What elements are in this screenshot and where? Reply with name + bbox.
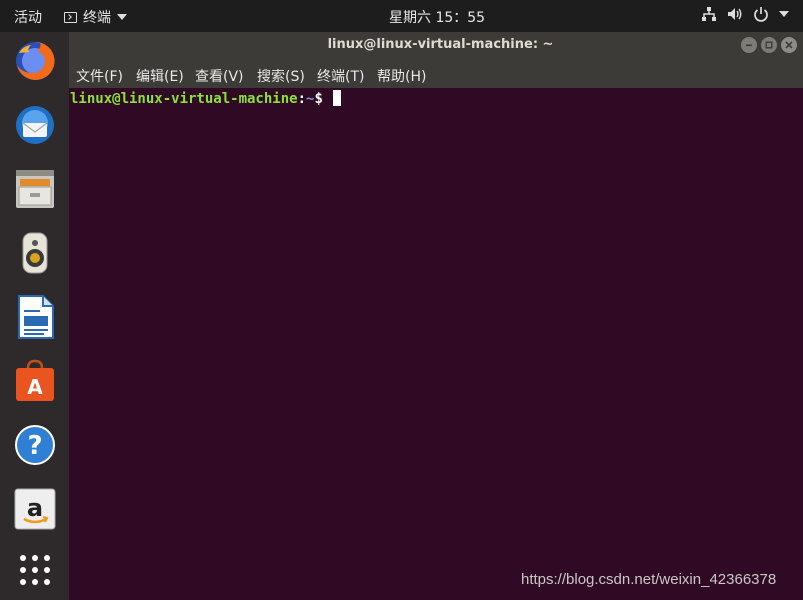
watermark: https://blog.csdn.net/weixin_42366378 <box>521 571 777 588</box>
files-launcher[interactable] <box>12 166 58 212</box>
network-icon <box>702 7 716 21</box>
system-menu[interactable] <box>701 6 789 22</box>
terminal-window: linux@linux-virtual-machine: ~ 文件(F) 编辑(… <box>69 32 803 600</box>
app-menu-label: 终端 <box>83 10 111 26</box>
menu-view[interactable]: 查看(V) <box>195 66 244 86</box>
maximize-icon <box>765 41 773 49</box>
ubuntu-software-icon: A <box>16 359 54 401</box>
firefox-icon <box>16 41 55 80</box>
svg-text:?: ? <box>27 431 42 461</box>
close-button[interactable] <box>781 37 797 53</box>
libreoffice-writer-icon <box>18 295 54 339</box>
maximize-button[interactable] <box>761 37 777 53</box>
window-title: linux@linux-virtual-machine: ~ <box>327 37 554 52</box>
prompt-sign: $ <box>314 91 332 107</box>
power-icon <box>754 7 768 22</box>
amazon-icon: a <box>14 488 56 530</box>
activities-button[interactable]: 活动 <box>14 7 42 27</box>
files-icon <box>16 170 54 208</box>
help-icon: ? <box>15 425 55 465</box>
show-apps-button[interactable] <box>12 547 58 593</box>
rhythmbox-launcher[interactable] <box>12 230 58 276</box>
show-apps-icon <box>20 555 50 585</box>
menu-search[interactable]: 搜索(S) <box>257 66 305 86</box>
menu-terminal[interactable]: 终端(T) <box>317 66 364 86</box>
chevron-down-icon <box>779 11 789 17</box>
amazon-launcher[interactable]: a <box>12 486 58 532</box>
app-menu-button[interactable]: 终端 <box>64 7 127 27</box>
minimize-button[interactable] <box>741 37 757 53</box>
clock[interactable]: 星期六 15：55 <box>389 7 485 27</box>
terminal-area[interactable]: linux@linux-virtual-machine:~$ <box>69 88 803 600</box>
chevron-down-icon <box>117 14 127 20</box>
text-cursor <box>333 90 342 106</box>
help-launcher[interactable]: ? <box>12 422 58 468</box>
svg-text:A: A <box>27 375 43 399</box>
prompt-separator: : <box>297 91 307 107</box>
menu-bar: 文件(F) 编辑(E) 查看(V) 搜索(S) 终端(T) 帮助(H) <box>69 60 803 88</box>
close-icon <box>785 41 793 49</box>
dock: A ? a <box>0 32 69 600</box>
shell-prompt: linux@linux-virtual-machine:~$ <box>70 90 342 107</box>
firefox-launcher[interactable] <box>12 38 58 84</box>
terminal-icon <box>64 11 77 23</box>
menu-edit[interactable]: 编辑(E) <box>136 66 184 86</box>
prompt-user-host: linux@linux-virtual-machine <box>70 91 298 107</box>
svg-text:a: a <box>27 494 43 522</box>
menu-help[interactable]: 帮助(H) <box>377 66 426 86</box>
minimize-icon <box>746 44 752 47</box>
volume-icon <box>728 8 742 20</box>
title-bar[interactable]: linux@linux-virtual-machine: ~ <box>69 32 803 60</box>
thunderbird-launcher[interactable] <box>12 102 58 148</box>
top-bar: 活动 终端 星期六 15：55 <box>0 0 803 33</box>
rhythmbox-icon <box>22 232 48 274</box>
menu-file[interactable]: 文件(F) <box>76 66 123 86</box>
ubuntu-software-launcher[interactable]: A <box>12 358 58 404</box>
thunderbird-icon <box>16 106 54 144</box>
writer-launcher[interactable] <box>12 294 58 340</box>
